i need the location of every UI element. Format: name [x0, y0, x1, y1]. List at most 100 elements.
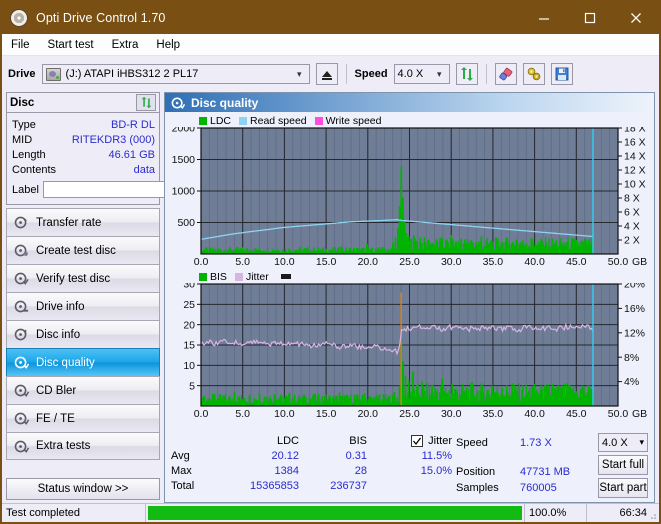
sidebar-item-fe-te[interactable]: FE / TE: [6, 404, 160, 432]
sidebar-item-cd-bler[interactable]: CD Bler: [6, 376, 160, 404]
maximize-icon[interactable]: [567, 2, 613, 34]
sidebar-item-drive-info[interactable]: Drive info: [6, 292, 160, 320]
legend-swatch-jitter: [234, 272, 243, 281]
menu-item-file[interactable]: File: [2, 37, 39, 53]
samples-value: 760005: [520, 482, 557, 494]
svg-text:4 X: 4 X: [624, 221, 640, 233]
sidebar-item-verify-test-disc[interactable]: Verify test disc: [6, 264, 160, 292]
svg-text:2 X: 2 X: [624, 235, 640, 247]
legend-label: BIS: [210, 270, 227, 283]
position-label-cell: Position: [456, 466, 496, 478]
sidebar-item-label: Verify test disc: [36, 272, 111, 285]
svg-text:5.0: 5.0: [235, 256, 250, 268]
sidebar-item-transfer-rate[interactable]: Transfer rate: [6, 208, 160, 236]
speed-select[interactable]: 4.0 X ▾: [393, 64, 450, 84]
legend-swatch-write-speed: [314, 116, 323, 125]
eject-icon: [321, 71, 332, 80]
sidebar-item-label: Create test disc: [36, 244, 116, 257]
save-icon: [555, 67, 568, 81]
svg-text:14 X: 14 X: [624, 151, 646, 163]
legend-read-speed: Read speed: [239, 115, 307, 127]
svg-text:15.0: 15.0: [316, 408, 337, 420]
drive-info-icon: [14, 300, 29, 313]
stats-row-max: Max 1384 28 15.0%: [171, 463, 456, 478]
disc-info-icon: [14, 328, 27, 341]
legend-jitter: Jitter: [234, 271, 269, 283]
status-bar: Test completed 100.0% 66:34: [2, 503, 659, 522]
charts-area: LDC Read speed Write speed 500 1000 1500 20…: [165, 112, 654, 430]
svg-text:30: 30: [183, 283, 195, 291]
svg-text:GB: GB: [632, 408, 647, 420]
disc-row-length-value: 46.61 GB: [108, 148, 155, 161]
stats-avg-jitter: 11.5%: [421, 449, 452, 462]
sidebar-item-extra-tests[interactable]: Extra tests: [6, 432, 160, 460]
svg-text:10: 10: [183, 360, 195, 372]
jitter-checkbox[interactable]: [411, 434, 424, 447]
bis-x-axis: 0.0 5.0 10.0 15.0 20.0 25.0 30.0 35.0 40.0 45.0 50…: [165, 407, 654, 420]
legend-label: Write speed: [325, 114, 382, 127]
stats-row-total: Total 15365853 236737: [171, 478, 456, 493]
test-speed-select[interactable]: 4.0 X ▾: [598, 433, 648, 452]
refresh-button[interactable]: [455, 63, 478, 85]
window-controls: [521, 2, 659, 34]
panel-header: Disc quality: [165, 93, 654, 112]
disc-bler-icon: [14, 384, 29, 397]
eject-button[interactable]: [315, 63, 338, 85]
disc-label-row: Label: [12, 180, 245, 199]
start-full-button[interactable]: Start full: [598, 455, 648, 475]
resize-grip[interactable]: [647, 510, 657, 520]
disc-row-mid-value: RITEKDR3 (000): [71, 133, 155, 146]
test-speed-value: 4.0 X: [602, 436, 628, 449]
svg-text:20: 20: [183, 319, 195, 331]
disc-refresh-button[interactable]: [136, 94, 156, 111]
legend-swatch-bis: [199, 272, 207, 281]
readout-spacer: [456, 452, 514, 464]
drive-select[interactable]: (J:) ATAPI iHBS312 2 PL17 ▾: [41, 64, 310, 84]
svg-text:35.0: 35.0: [483, 408, 504, 420]
menu-item-extra[interactable]: Extra: [103, 37, 148, 53]
disc-extra-icon: [14, 440, 29, 453]
stats-header-row: LDC BIS Jitter: [171, 433, 456, 448]
statistics-area: LDC BIS Jitter Avg 20.12 0.31 11.5% Max …: [165, 430, 654, 502]
save-button[interactable]: [550, 63, 573, 85]
menu-item-help[interactable]: Help: [147, 37, 189, 53]
disc-info-rows: Type BD-R DL MID RITEKDR3 (000) Length 4…: [7, 113, 245, 204]
menu-item-start-test[interactable]: Start test: [39, 37, 103, 53]
close-icon[interactable]: [613, 2, 659, 34]
error-statistics-table: LDC BIS Jitter Avg 20.12 0.31 11.5% Max …: [171, 433, 456, 498]
svg-text:25.0: 25.0: [399, 408, 420, 420]
disc-row-type: Type BD-R DL: [12, 117, 155, 132]
svg-text:12%: 12%: [624, 327, 645, 339]
svg-text:45.0: 45.0: [566, 408, 587, 420]
svg-text:25.0: 25.0: [399, 256, 420, 268]
chart-scroll-marker[interactable]: [280, 274, 291, 279]
legend-write-speed: Write speed: [314, 114, 382, 127]
refresh-icon: [460, 67, 473, 81]
sidebar-item-create-test-disc[interactable]: Create test disc: [6, 236, 160, 264]
progress-percent: 100.0%: [525, 504, 587, 522]
stats-avg-ldc: 20.12: [271, 449, 299, 462]
sidebar-item-disc-quality[interactable]: Disc quality: [6, 348, 160, 376]
svg-text:1500: 1500: [172, 154, 196, 166]
disc-row-length-key: Length: [12, 148, 46, 161]
bis-chart-legend: BIS Jitter: [165, 270, 654, 283]
stats-max-ldc: 1384: [274, 464, 299, 477]
sidebar-item-disc-info[interactable]: Disc info: [6, 320, 160, 348]
status-window-button[interactable]: Status window >>: [6, 478, 160, 500]
minimize-icon[interactable]: [521, 2, 567, 34]
readout-area: Speed Position Samples 1.73 X 47731 MB 7…: [456, 433, 650, 498]
disc-panel-header: Disc: [7, 93, 159, 113]
stats-row-label: Max: [171, 464, 192, 477]
svg-text:0.0: 0.0: [194, 408, 209, 420]
nav-list: Transfer rate Create test disc Verify te…: [6, 208, 160, 460]
stats-row-label: Avg: [171, 449, 190, 462]
ldc-plot: 500 1000 1500 2000 2 X 4 X 6 X 8 X 10 X 12 X 14 X 1…: [172, 123, 646, 255]
svg-text:1000: 1000: [172, 186, 196, 198]
start-part-button[interactable]: Start part: [598, 478, 648, 498]
legend-ldc: LDC: [199, 115, 231, 127]
erase-button[interactable]: [494, 63, 517, 85]
disc-row-type-value: BD-R DL: [110, 118, 155, 131]
svg-text:12 X: 12 X: [624, 165, 646, 177]
tools-button[interactable]: [522, 63, 545, 85]
svg-text:0.0: 0.0: [194, 256, 209, 268]
